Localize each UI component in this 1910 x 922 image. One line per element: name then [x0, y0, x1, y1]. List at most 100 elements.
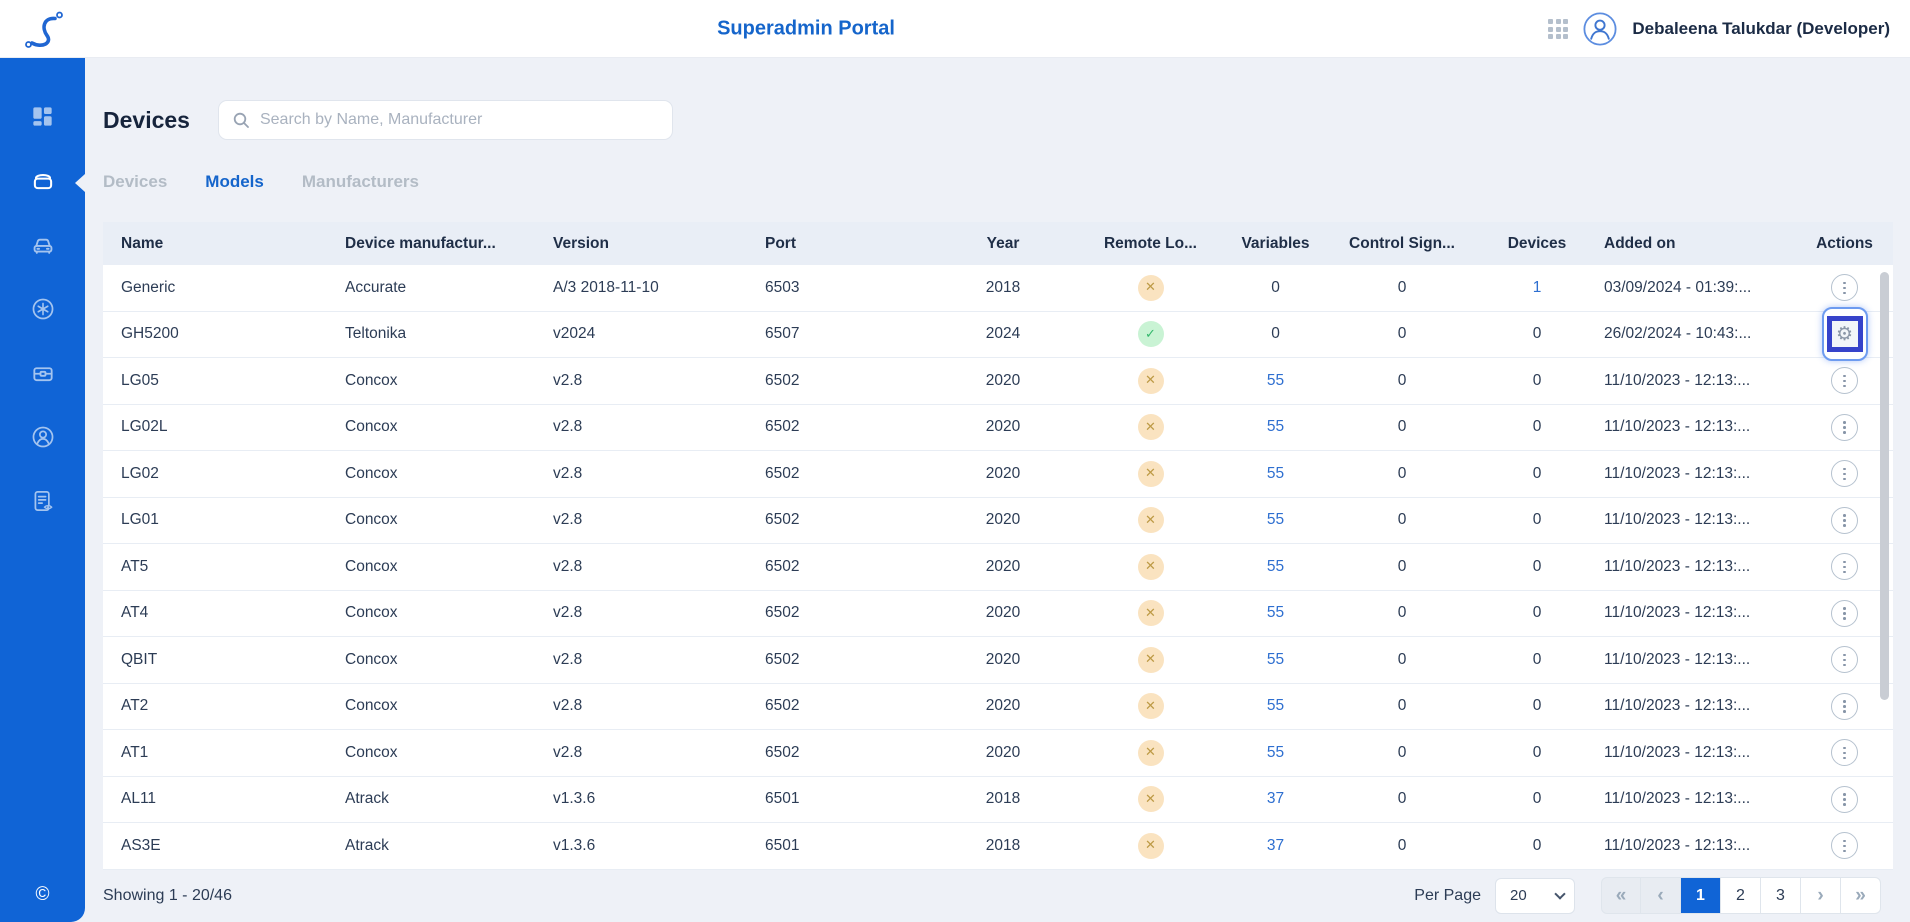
row-actions-menu-button[interactable]: [1831, 646, 1858, 673]
pagination-first-button[interactable]: «: [1601, 877, 1641, 914]
variables-link[interactable]: 55: [1267, 465, 1284, 483]
copyright-icon[interactable]: ©: [0, 884, 85, 906]
variables-link[interactable]: 55: [1267, 651, 1284, 669]
variables-link[interactable]: 55: [1267, 744, 1284, 762]
search-box: [218, 100, 673, 140]
cell-action: ⚙: [1796, 307, 1893, 361]
cell-name: LG02: [103, 465, 327, 483]
row-actions-menu-button[interactable]: [1831, 274, 1858, 301]
cell-name: GH5200: [103, 325, 327, 343]
variables-link[interactable]: 37: [1267, 790, 1284, 808]
row-actions-menu-button[interactable]: [1831, 414, 1858, 441]
row-actions-menu-button[interactable]: [1831, 739, 1858, 766]
remote-logs-no-icon: ✕: [1138, 600, 1164, 626]
devices-icon: [30, 168, 56, 199]
cell-remote_logs: ✕: [1066, 600, 1235, 626]
sidebar-item-dashboard[interactable]: [0, 87, 85, 151]
devices-link[interactable]: 1: [1533, 279, 1542, 297]
col-header-version: Version: [535, 235, 747, 253]
cell-added_on: 26/02/2024 - 10:43:...: [1586, 325, 1796, 343]
variables-link[interactable]: 37: [1267, 837, 1284, 855]
table-row: AS3EAtrackv1.3.665012018✕370011/10/2023 …: [103, 823, 1893, 870]
cell-year: 2020: [940, 604, 1066, 622]
pagination-page-2-button[interactable]: 2: [1721, 877, 1761, 914]
sidebar-item-vehicles[interactable]: [0, 215, 85, 279]
cell-year: 2020: [940, 697, 1066, 715]
active-item-caret: [75, 174, 85, 192]
variables-link[interactable]: 55: [1267, 558, 1284, 576]
table-row: LG01Concoxv2.865022020✕550011/10/2023 - …: [103, 498, 1893, 545]
apps-grid-icon[interactable]: [1548, 19, 1568, 39]
remote-logs-no-icon: ✕: [1138, 368, 1164, 394]
tabs: Devices Models Manufacturers: [103, 170, 1893, 194]
cell-remote_logs: ✕: [1066, 507, 1235, 533]
col-header-devices: Devices: [1488, 235, 1586, 253]
row-actions-menu-button[interactable]: [1831, 786, 1858, 813]
row-actions-menu-button[interactable]: [1831, 693, 1858, 720]
cell-action: [1796, 646, 1893, 673]
tab-manufacturers[interactable]: Manufacturers: [302, 172, 419, 192]
sidebar-item-toolbox[interactable]: [0, 343, 85, 407]
cell-manufacturer: Accurate: [327, 279, 535, 297]
pagination-prev-button[interactable]: ‹: [1641, 877, 1681, 914]
cell-manufacturer: Concox: [327, 418, 535, 436]
tab-devices[interactable]: Devices: [103, 172, 167, 192]
settings-gear-button-selected[interactable]: ⚙: [1822, 307, 1868, 361]
cell-manufacturer: Concox: [327, 744, 535, 762]
pagination-last-button[interactable]: »: [1841, 877, 1881, 914]
table-row: AT2Concoxv2.865022020✕550011/10/2023 - 1…: [103, 684, 1893, 731]
cell-control_signals: 0: [1316, 604, 1488, 622]
cell-name: AT1: [103, 744, 327, 762]
sidebar-item-devices[interactable]: [0, 151, 85, 215]
cell-added_on: 11/10/2023 - 12:13:...: [1586, 837, 1796, 855]
cell-manufacturer: Concox: [327, 558, 535, 576]
col-header-year: Year: [940, 235, 1066, 253]
cell-name: LG05: [103, 372, 327, 390]
variables-link[interactable]: 55: [1267, 418, 1284, 436]
cell-variables: 55: [1235, 372, 1316, 390]
cell-name: AS3E: [103, 837, 327, 855]
remote-logs-no-icon: ✕: [1138, 740, 1164, 766]
pagination-next-button[interactable]: ›: [1801, 877, 1841, 914]
sidebar-item-climate[interactable]: [0, 279, 85, 343]
cell-manufacturer: Atrack: [327, 837, 535, 855]
cell-devices: 0: [1488, 465, 1586, 483]
cell-name: AT2: [103, 697, 327, 715]
row-actions-menu-button[interactable]: [1831, 553, 1858, 580]
cell-remote_logs: ✕: [1066, 461, 1235, 487]
cell-action: [1796, 832, 1893, 859]
cell-version: v2.8: [535, 604, 747, 622]
row-actions-menu-button[interactable]: [1831, 832, 1858, 859]
variables-link[interactable]: 55: [1267, 511, 1284, 529]
row-actions-menu-button[interactable]: [1831, 367, 1858, 394]
table-row: GenericAccurateA/3 2018-11-1065032018✕00…: [103, 265, 1893, 312]
user-avatar-icon[interactable]: [1583, 12, 1617, 46]
cell-year: 2020: [940, 372, 1066, 390]
sidebar-item-accounts[interactable]: [0, 407, 85, 471]
row-actions-menu-button[interactable]: [1831, 507, 1858, 534]
sidebar-item-reports[interactable]: [0, 471, 85, 535]
app-logo-icon[interactable]: [22, 7, 66, 51]
tab-models[interactable]: Models: [205, 172, 264, 192]
table-row: LG02LConcoxv2.865022020✕550011/10/2023 -…: [103, 405, 1893, 452]
variables-link[interactable]: 55: [1267, 372, 1284, 390]
variables-link[interactable]: 55: [1267, 697, 1284, 715]
variables-link[interactable]: 55: [1267, 604, 1284, 622]
user-menu[interactable]: Debaleena Talukdar (Developer): [1632, 19, 1890, 39]
cell-variables: 55: [1235, 511, 1316, 529]
cell-action: [1796, 600, 1893, 627]
pagination-page-3-button[interactable]: 3: [1761, 877, 1801, 914]
row-actions-menu-button[interactable]: [1831, 600, 1858, 627]
cell-port: 6502: [747, 511, 940, 529]
search-input[interactable]: [260, 111, 660, 129]
per-page-select[interactable]: 20: [1495, 878, 1575, 914]
cell-variables: 55: [1235, 697, 1316, 715]
pagination-page-1-button[interactable]: 1: [1681, 877, 1721, 914]
cell-action: [1796, 739, 1893, 766]
cell-year: 2024: [940, 325, 1066, 343]
row-actions-menu-button[interactable]: [1831, 460, 1858, 487]
table-row: AT4Concoxv2.865022020✕550011/10/2023 - 1…: [103, 591, 1893, 638]
table-scrollbar[interactable]: [1880, 272, 1889, 700]
cell-devices: 0: [1488, 418, 1586, 436]
col-header-name: Name: [103, 235, 327, 253]
